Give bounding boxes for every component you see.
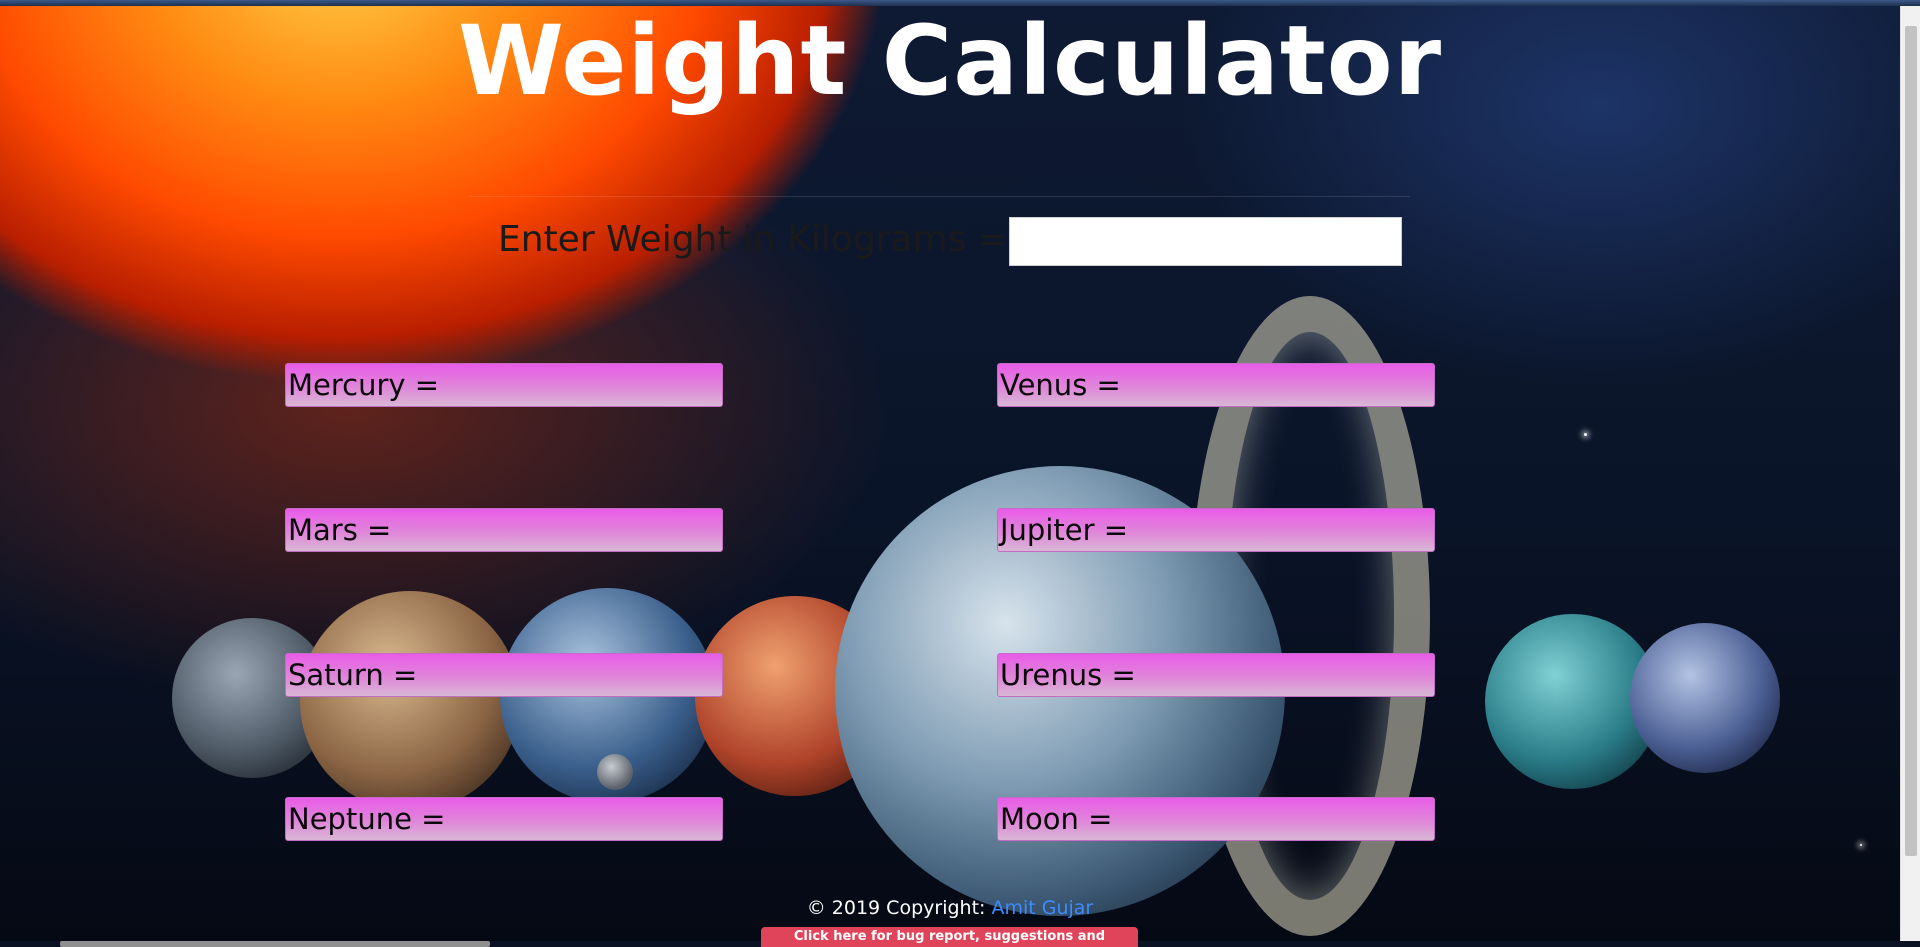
star [1584, 433, 1587, 436]
saturn-result: Saturn = [285, 653, 723, 697]
vertical-scrollbar[interactable] [1900, 6, 1920, 941]
divider [470, 196, 1410, 197]
venus-result: Venus = [997, 363, 1435, 407]
mercury-result: Mercury = [285, 363, 723, 407]
copyright-text: © 2019 Copyright: [806, 897, 992, 919]
horizontal-scrollbar[interactable] [60, 941, 490, 947]
weight-input[interactable] [1009, 217, 1402, 266]
planet-neptune-image [1630, 623, 1780, 773]
weight-label: Enter Weight in Kilograms = [498, 219, 1008, 260]
moon-image [597, 754, 633, 790]
neptune-result: Neptune = [285, 797, 723, 841]
jupiter-result: Jupiter = [997, 508, 1435, 552]
bug-report-button[interactable]: Click here for bug report, suggestions a… [761, 927, 1138, 947]
urenus-result: Urenus = [997, 653, 1435, 697]
page-title: Weight Calculator [457, 5, 1443, 117]
planet-venus-image [300, 591, 520, 811]
author-link[interactable]: Amit Gujar [991, 897, 1093, 919]
footer: © 2019 Copyright: Amit Gujar [0, 895, 1900, 921]
star [1860, 844, 1862, 846]
moon-result: Moon = [997, 797, 1435, 841]
scrollbar-thumb[interactable] [1905, 26, 1917, 856]
mars-result: Mars = [285, 508, 723, 552]
